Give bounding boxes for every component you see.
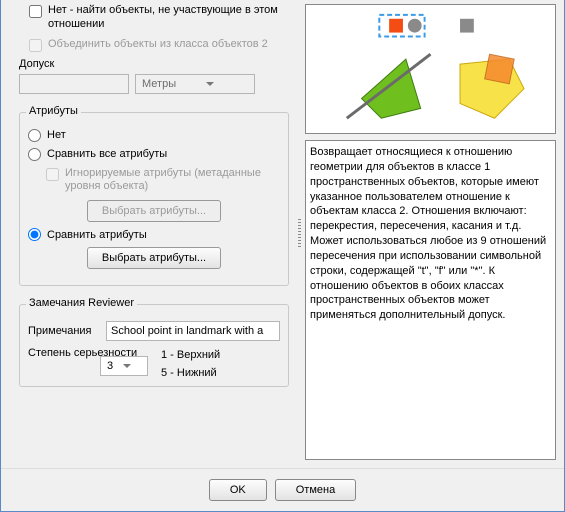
description-text: Возвращает относящиеся к отношению геоме… [305,140,556,460]
red-square-icon [389,19,403,33]
select-attrs-disabled-wrap: Выбрать атрибуты... [28,200,280,222]
select-attributes-button-disabled: Выбрать атрибуты... [87,200,221,222]
chevron-down-icon [206,82,214,86]
illustration [305,4,556,134]
select-attributes-button[interactable]: Выбрать атрибуты... [87,247,221,269]
left-pane: Нет - найти объекты, не участвующие в эт… [1,0,297,468]
severity-scale: 1 - Верхний 5 - Нижний [161,347,220,382]
notes-row: Примечания [28,321,280,341]
splitter[interactable] [297,0,303,468]
severity-top: 1 - Верхний [161,347,220,365]
radio-compare-sel-row[interactable]: Сравнить атрибуты [28,228,280,241]
radio-compare-all-row[interactable]: Сравнить все атрибуты [28,148,280,161]
ignored-attrs-row: Игнорируемые атрибуты (метаданные уровня… [46,167,280,195]
tolerance-row: Метры [19,74,289,94]
dialog-footer: OK Отмена [1,468,564,510]
severity-combo[interactable]: 3 [100,356,148,376]
radio-compare-sel[interactable] [28,228,41,241]
radio-none-row[interactable]: Нет [28,129,280,142]
right-pane: Возвращает относящиеся к отношению геоме… [303,0,564,468]
dialog-content: Нет - найти объекты, не участвующие в эт… [1,0,564,468]
select-attrs-wrap: Выбрать атрибуты... [28,247,280,269]
grey-square-icon [460,19,474,33]
attributes-group-title: Атрибуты [26,105,81,117]
notes-label: Примечания [28,325,100,337]
reviewer-group: Замечания Reviewer Примечания Степень се… [19,304,289,387]
radio-none-label: Нет [47,129,66,141]
tolerance-units-combo[interactable]: Метры [135,74,255,94]
notes-input[interactable] [106,321,280,341]
ok-button[interactable]: OK [209,479,267,501]
not-find-checkbox-row[interactable]: Нет - найти объекты, не участвующие в эт… [29,4,289,32]
radio-compare-sel-label: Сравнить атрибуты [47,229,147,241]
tolerance-units-value: Метры [142,78,176,90]
grey-circle-icon [408,19,422,33]
reviewer-group-title: Замечания Reviewer [26,297,137,309]
merge-label: Объединить объекты из класса объектов 2 [48,38,268,52]
radio-compare-all-label: Сравнить все атрибуты [47,148,167,160]
not-find-label: Нет - найти объекты, не участвующие в эт… [48,4,289,32]
ignored-attrs-checkbox [46,168,59,181]
not-find-checkbox[interactable] [29,5,42,18]
orange-polygon-icon [485,54,515,84]
splitter-grip-icon [298,219,301,249]
cancel-button[interactable]: Отмена [275,479,356,501]
radio-none[interactable] [28,129,41,142]
radio-compare-all[interactable] [28,148,41,161]
merge-checkbox [29,39,42,52]
tolerance-label: Допуск [19,58,289,70]
severity-value: 3 [107,360,113,372]
dialog-window: Нет - найти объекты, не участвующие в эт… [0,0,565,512]
severity-bottom: 5 - Нижний [161,365,220,383]
ignored-attrs-label: Игнорируемые атрибуты (метаданные уровня… [65,167,280,195]
tolerance-input [19,74,129,94]
merge-checkbox-row: Объединить объекты из класса объектов 2 [29,38,289,52]
chevron-down-icon [123,364,131,368]
attributes-group: Атрибуты Нет Сравнить все атрибуты Игнор… [19,112,289,287]
